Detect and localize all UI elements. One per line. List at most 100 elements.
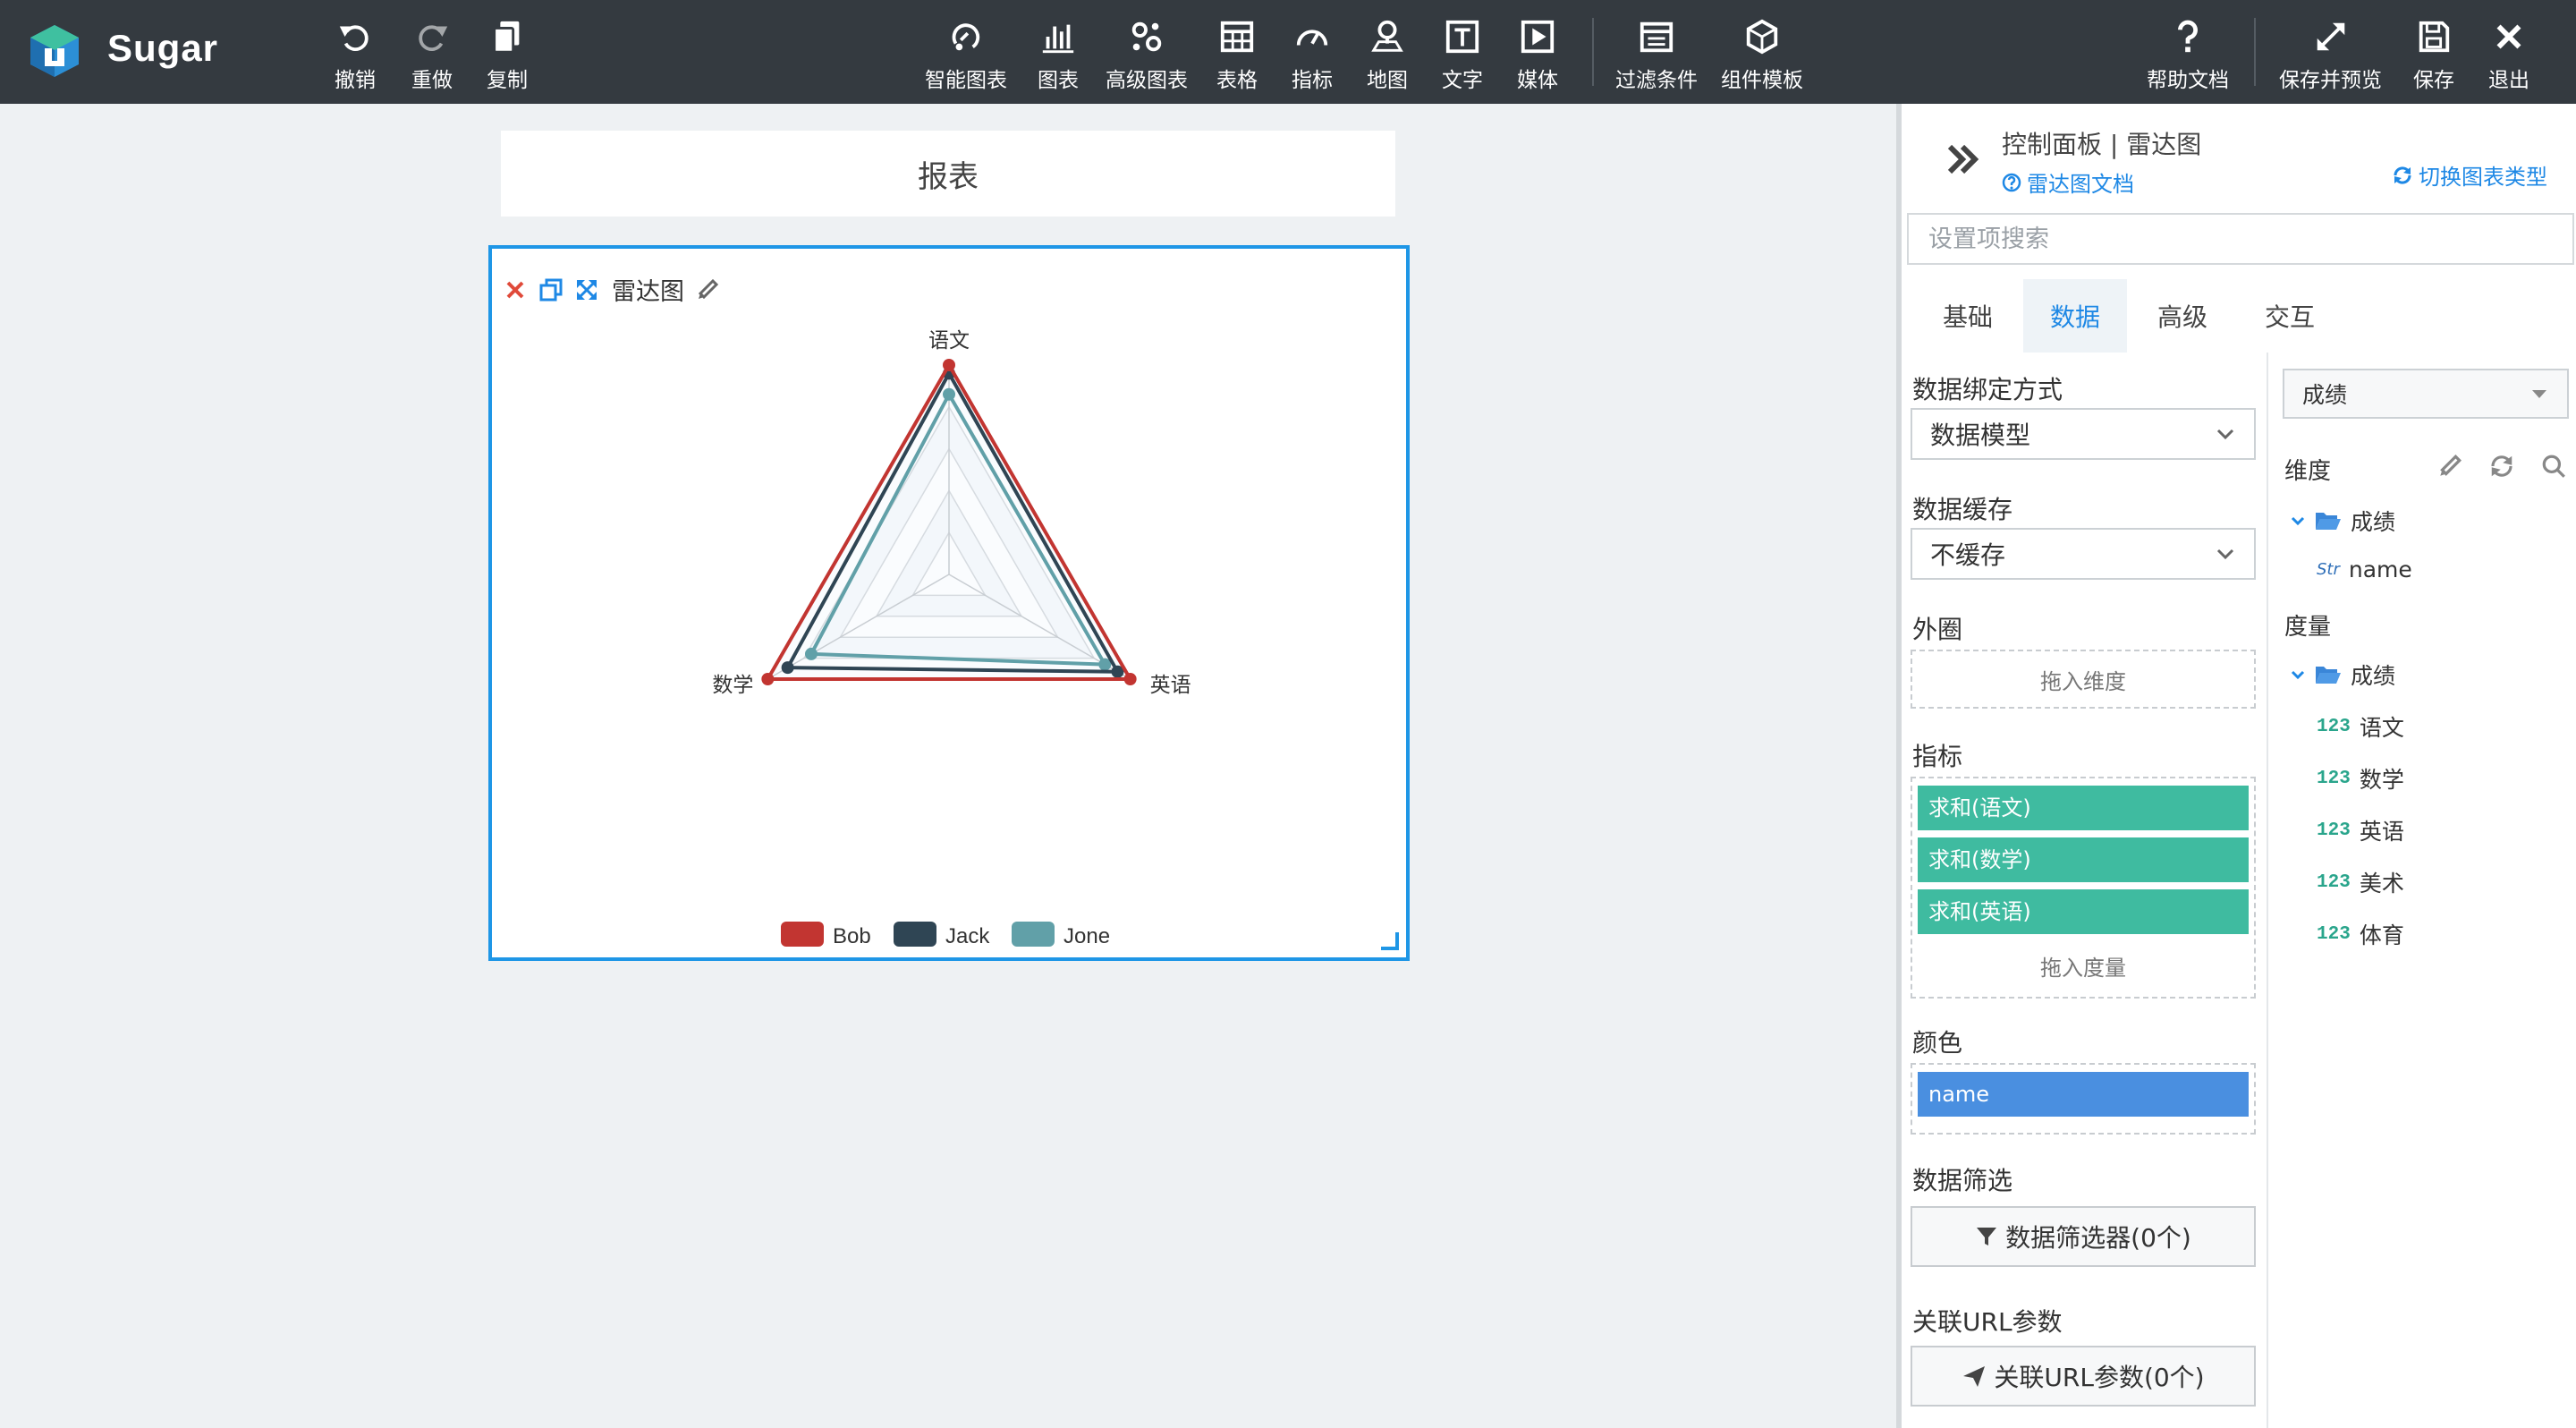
save-preview-button[interactable]: 保存并预览 xyxy=(2279,18,2382,93)
copy-icon xyxy=(493,21,520,54)
pencil-icon[interactable] xyxy=(2436,453,2463,480)
edit-title-button[interactable] xyxy=(695,277,720,302)
filter-calendar-icon xyxy=(1640,21,1674,53)
measure-group[interactable]: 成绩 xyxy=(2290,659,2395,691)
smart-chart-icon xyxy=(952,23,980,51)
delete-card-button[interactable] xyxy=(503,277,528,302)
metric-pill[interactable]: 求和(数学) xyxy=(1918,837,2249,882)
radar-point xyxy=(943,387,955,401)
table-button[interactable]: 表格 xyxy=(1216,18,1258,93)
control-panel: 控制面板 | 雷达图 雷达图文档 切换图表类型 基础 数据 高级 交互 数据绑定… xyxy=(1896,104,2576,1428)
dimension-field[interactable]: Str name xyxy=(2317,557,2412,582)
measure-label: 度量 xyxy=(2284,614,2332,641)
radar-indicator-label: 语文 xyxy=(928,329,970,353)
radar-point xyxy=(1123,673,1137,685)
tab-basic[interactable]: 基础 xyxy=(1916,279,2020,353)
dimension-label: 维度 xyxy=(2284,458,2332,485)
tab-data[interactable]: 数据 xyxy=(2023,279,2127,353)
media-button[interactable]: 媒体 xyxy=(1517,18,1558,93)
gauge-icon xyxy=(1296,30,1328,46)
folder-open-icon xyxy=(2316,513,2341,530)
legend-swatch xyxy=(781,922,824,947)
report-title[interactable]: 报表 xyxy=(501,131,1395,217)
radar-chart-card[interactable]: 语文 英语 数学 Bob Jack Jone 雷达图 xyxy=(488,245,1410,961)
exit-button[interactable]: 退出 xyxy=(2488,18,2529,93)
card-toolbar: 雷达图 xyxy=(503,272,720,307)
undo-button[interactable]: 撤销 xyxy=(335,18,376,93)
data-model-column: 成绩 维度 成绩 Str name 度量 成绩 123 语文 123 数学 12… xyxy=(2270,353,2576,1428)
fullscreen-icon xyxy=(577,279,597,300)
duplicate-card-button[interactable] xyxy=(538,277,564,302)
panel-header: 控制面板 | 雷达图 雷达图文档 切换图表类型 xyxy=(1902,104,2576,211)
color-dropzone[interactable]: name xyxy=(1911,1063,2256,1135)
color-label: 颜色 xyxy=(1912,1028,1963,1058)
tab-interaction[interactable]: 交互 xyxy=(2238,279,2342,353)
filter-label: 数据筛选 xyxy=(1912,1166,2013,1195)
metric-pill[interactable]: 求和(英语) xyxy=(1918,889,2249,934)
save-icon xyxy=(2419,21,2450,53)
radar-point xyxy=(943,359,955,371)
metric-pill[interactable]: 求和(语文) xyxy=(1918,786,2249,830)
metric-button[interactable]: 指标 xyxy=(1292,18,1333,93)
question-circle-icon xyxy=(2002,173,2021,191)
chevron-down-icon xyxy=(2216,429,2234,440)
copy-button[interactable]: 复制 xyxy=(487,18,528,93)
outer-dropzone[interactable]: 拖入维度 xyxy=(1911,650,2256,709)
component-template-button[interactable]: 组件模板 xyxy=(1721,18,1803,93)
pencil-icon xyxy=(698,278,719,299)
measure-field[interactable]: 123 数学 xyxy=(2317,762,2404,795)
refresh-icon[interactable] xyxy=(2488,453,2515,480)
expand-icon xyxy=(2317,22,2344,51)
help-doc-button[interactable]: 帮助文档 xyxy=(2147,18,2229,93)
url-param-button[interactable]: 关联URL参数(0个) xyxy=(1911,1346,2256,1407)
play-icon xyxy=(1521,20,1555,54)
settings-search-input[interactable] xyxy=(1907,213,2574,265)
funnel-icon xyxy=(1977,1228,1997,1245)
caret-down-icon xyxy=(2532,390,2546,398)
advanced-chart-button[interactable]: 高级图表 xyxy=(1106,18,1188,93)
sugar-logo-icon xyxy=(30,25,79,77)
smart-chart-button[interactable]: 智能图表 xyxy=(925,18,1007,93)
tab-advanced[interactable]: 高级 xyxy=(2131,279,2234,353)
advanced-chart-icon xyxy=(1131,21,1162,52)
data-filter-button[interactable]: 数据筛选器(0个) xyxy=(1911,1206,2256,1267)
field-tools xyxy=(2436,453,2567,480)
metric-dropzone[interactable]: 求和(语文) 求和(数学) 求和(英语) 拖入度量 xyxy=(1911,777,2256,999)
cache-select[interactable]: 不缓存 xyxy=(1911,528,2256,580)
delete-icon xyxy=(506,281,524,298)
binding-select[interactable]: 数据模型 xyxy=(1911,408,2256,460)
data-model-select[interactable]: 成绩 xyxy=(2283,369,2569,419)
switch-chart-type-link[interactable]: 切换图表类型 xyxy=(2392,159,2547,191)
undo-icon xyxy=(339,25,369,51)
redo-button[interactable]: 重做 xyxy=(411,18,453,93)
map-pin-icon xyxy=(1371,20,1403,52)
dimension-group[interactable]: 成绩 xyxy=(2290,505,2395,537)
refresh-icon xyxy=(2394,166,2411,184)
search-icon[interactable] xyxy=(2540,453,2567,480)
measure-field[interactable]: 123 英语 xyxy=(2317,814,2404,846)
collapse-panel-icon[interactable] xyxy=(1943,140,1982,179)
top-toolbar: Sugar 撤销 重做 复制 智能图表 图表 高级图表 表格 指标 地图 文字 xyxy=(0,0,2576,104)
measure-field[interactable]: 123 美术 xyxy=(2317,866,2404,898)
radar-point xyxy=(761,673,775,685)
measure-field[interactable]: 123 语文 xyxy=(2317,710,2404,743)
send-icon xyxy=(1963,1366,1986,1387)
text-button[interactable]: 文字 xyxy=(1442,18,1483,93)
url-param-label: 关联URL参数 xyxy=(1912,1307,2063,1337)
save-button[interactable]: 保存 xyxy=(2413,18,2454,93)
legend-swatch xyxy=(1012,922,1055,947)
resize-handle[interactable] xyxy=(1381,932,1399,950)
measure-field[interactable]: 123 体育 xyxy=(2317,918,2404,950)
filter-condition-button[interactable]: 过滤条件 xyxy=(1615,18,1698,93)
radar-point xyxy=(781,661,794,675)
map-button[interactable]: 地图 xyxy=(1367,18,1408,93)
fullscreen-card-button[interactable] xyxy=(574,277,599,302)
color-field-pill[interactable]: name xyxy=(1918,1072,2249,1117)
metric-label: 指标 xyxy=(1912,742,1963,771)
bar-chart-icon xyxy=(1042,24,1074,54)
chart-button[interactable]: 图表 xyxy=(1038,18,1079,93)
brand-name: Sugar xyxy=(107,27,219,69)
card-title: 雷达图 xyxy=(612,278,684,306)
table-icon xyxy=(1220,21,1254,53)
radar-doc-link[interactable]: 雷达图文档 xyxy=(2002,166,2134,198)
